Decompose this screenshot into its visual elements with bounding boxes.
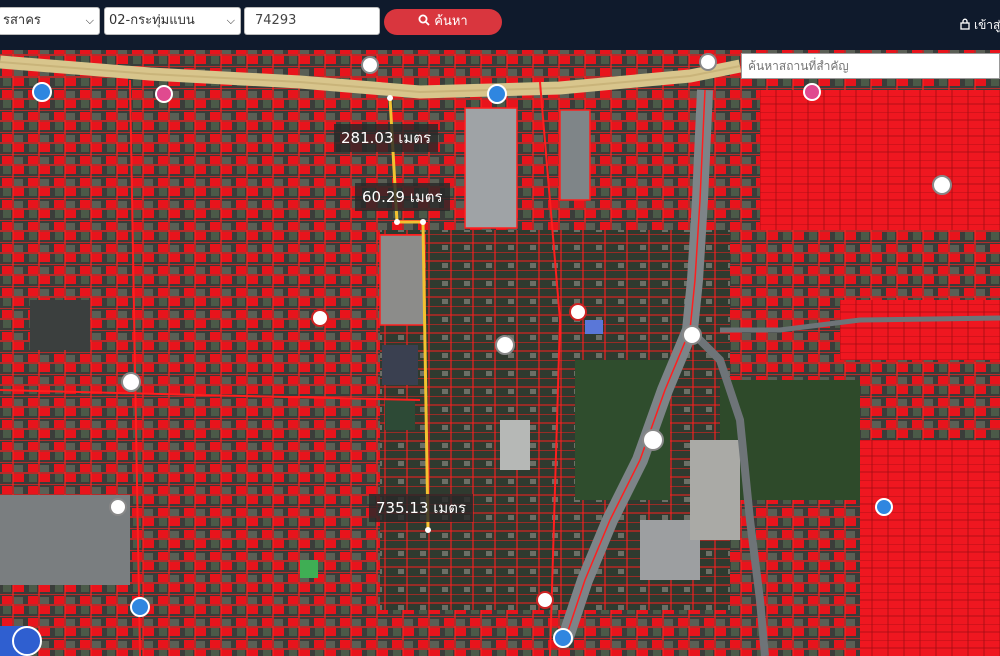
measure-label-1: 281.03 เมตร bbox=[334, 124, 439, 152]
locate-icon[interactable] bbox=[12, 626, 42, 656]
lock-icon bbox=[960, 18, 970, 30]
place-search-input[interactable] bbox=[741, 53, 1000, 79]
chevron-down-icon: ⌵ bbox=[85, 14, 94, 27]
map-pin-icon[interactable] bbox=[130, 597, 150, 617]
search-icon bbox=[418, 14, 430, 26]
search-button[interactable]: ค้นหา bbox=[384, 9, 502, 35]
map-pin-icon[interactable] bbox=[682, 325, 702, 345]
map-pin-icon[interactable] bbox=[536, 591, 554, 609]
district-select[interactable]: 02-กระทุ่มแบน ⌵ bbox=[104, 7, 241, 35]
map-pin-icon[interactable] bbox=[932, 175, 952, 195]
map-pin-icon[interactable] bbox=[121, 372, 141, 392]
satellite-map bbox=[0, 50, 1000, 656]
map-pin-icon[interactable] bbox=[875, 498, 893, 516]
login-label: เข้าสู่ bbox=[974, 18, 1000, 32]
login-button[interactable]: เข้าสู่ bbox=[960, 16, 1000, 35]
map-pin-icon[interactable] bbox=[553, 628, 573, 648]
map-pin-icon[interactable] bbox=[311, 309, 329, 327]
map-pin-icon[interactable] bbox=[361, 56, 379, 74]
parcel-number-value: 74293 bbox=[255, 13, 297, 28]
chevron-down-icon: ⌵ bbox=[226, 14, 235, 27]
search-button-label: ค้นหา bbox=[434, 14, 468, 29]
map-pin-icon[interactable] bbox=[155, 85, 173, 103]
top-toolbar: รสาคร ⌵ 02-กระทุ่มแบน ⌵ 74293 ค้นหา เข้า… bbox=[0, 0, 1000, 50]
map-pin-icon[interactable] bbox=[699, 53, 717, 71]
map-pin-icon[interactable] bbox=[109, 498, 127, 516]
province-select-value: รสาคร bbox=[3, 13, 41, 28]
parcel-number-input[interactable]: 74293 bbox=[244, 7, 380, 35]
map-pin-icon[interactable] bbox=[487, 84, 507, 104]
province-select[interactable]: รสาคร ⌵ bbox=[0, 7, 100, 35]
map-pin-icon[interactable] bbox=[495, 335, 515, 355]
map-pin-icon[interactable] bbox=[569, 303, 587, 321]
district-select-value: 02-กระทุ่มแบน bbox=[109, 13, 195, 28]
measure-label-2: 60.29 เมตร bbox=[355, 183, 450, 211]
map-pin-icon[interactable] bbox=[803, 83, 821, 101]
map-view[interactable]: 281.03 เมตร 60.29 เมตร 735.13 เมตร bbox=[0, 50, 1000, 656]
measure-label-3: 735.13 เมตร bbox=[369, 494, 474, 522]
map-pin-icon[interactable] bbox=[642, 429, 664, 451]
map-pin-icon[interactable] bbox=[32, 82, 52, 102]
